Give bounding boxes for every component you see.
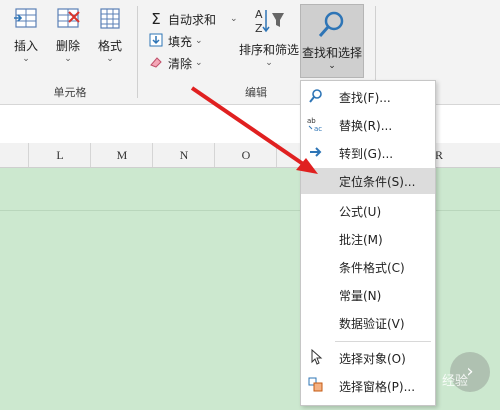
- menu-item-label: 数据验证(V): [339, 316, 405, 331]
- fill-label: 填充: [168, 34, 193, 49]
- replace-icon: ab ac: [301, 116, 331, 135]
- clear-button[interactable]: 清除 ⌄: [148, 54, 203, 72]
- format-label: 格式: [97, 39, 122, 53]
- delete-button[interactable]: 删除 ⌄: [50, 6, 86, 64]
- format-button[interactable]: 格式 ⌄: [92, 6, 128, 64]
- sort-filter-button[interactable]: A Z 排序和筛选 ⌄: [238, 6, 300, 68]
- menu-item-goto[interactable]: 转到(G)...: [301, 140, 435, 166]
- menu-item-label: 转到(G)...: [339, 146, 394, 161]
- menu-item-label: 定位条件(S)...: [339, 174, 416, 189]
- chevron-down-icon: ⌄: [106, 54, 114, 64]
- sort-filter-label: 排序和筛选: [238, 43, 299, 57]
- fill-down-icon: [148, 33, 164, 50]
- menu-item-replace[interactable]: ab ac 替换(R)...: [301, 112, 435, 138]
- autosum-label: 自动求和: [168, 12, 217, 27]
- column-header-m[interactable]: M: [90, 143, 153, 167]
- clear-label: 清除: [168, 56, 193, 71]
- find-select-label: 查找和选择: [301, 46, 362, 60]
- menu-item-constants[interactable]: 常量(N): [301, 282, 435, 308]
- svg-text:ac: ac: [314, 125, 322, 132]
- find-select-button[interactable]: 查找和选择 ⌄: [300, 4, 364, 78]
- insert-label: 插入: [13, 39, 38, 53]
- menu-item-label: 替换(R)...: [339, 118, 393, 133]
- menu-item-label: 常量(N): [339, 288, 382, 303]
- chevron-down-icon: ⌄: [195, 36, 203, 46]
- insert-button[interactable]: 插入 ⌄: [8, 6, 44, 64]
- goto-arrow-icon: [301, 144, 331, 163]
- delete-label: 删除: [55, 39, 80, 53]
- menu-item-select-objects[interactable]: 选择对象(O): [301, 345, 435, 371]
- column-header-o[interactable]: O: [214, 143, 277, 167]
- menu-item-conditional-formatting[interactable]: 条件格式(C): [301, 254, 435, 280]
- column-header-l[interactable]: L: [28, 143, 91, 167]
- menu-item-comments[interactable]: 批注(M): [301, 226, 435, 252]
- format-cells-icon: [100, 8, 120, 29]
- chevron-down-icon: ⌄: [195, 58, 203, 68]
- chevron-down-icon: ⌄: [328, 61, 336, 71]
- svg-text:ab: ab: [307, 117, 316, 125]
- svg-text:Z: Z: [255, 22, 263, 35]
- search-icon: [318, 11, 344, 37]
- sort-filter-icon: A Z: [255, 8, 284, 35]
- menu-item-label: 查找(F)...: [339, 90, 391, 105]
- chevron-down-icon: ⌄: [265, 58, 273, 68]
- chevron-down-icon: ⌄: [64, 54, 72, 64]
- column-header-blank: [0, 143, 28, 167]
- chevron-down-icon: ⌄: [22, 54, 30, 64]
- svg-text:A: A: [255, 8, 263, 21]
- chevron-down-icon: ⌄: [230, 14, 238, 24]
- autosum-button[interactable]: Σ 自动求和 ⌄: [148, 10, 238, 28]
- search-icon: [301, 88, 331, 107]
- menu-item-label: 选择窗格(P)...: [339, 379, 416, 394]
- delete-cells-icon: [57, 8, 80, 28]
- eraser-icon: [148, 55, 164, 72]
- menu-item-selection-pane[interactable]: 选择窗格(P)...: [301, 373, 435, 399]
- cells-group-label: 单元格: [53, 86, 87, 99]
- menu-item-label: 条件格式(C): [339, 260, 405, 275]
- menu-item-label: 选择对象(O): [339, 351, 406, 366]
- menu-separator: [335, 341, 431, 342]
- edit-group-label: 编辑: [245, 86, 267, 99]
- watermark-text: 经验: [442, 374, 469, 389]
- menu-item-data-validation[interactable]: 数据验证(V): [301, 310, 435, 336]
- insert-cells-icon: [14, 8, 37, 28]
- column-header-n[interactable]: N: [152, 143, 215, 167]
- pointer-icon: [301, 348, 331, 368]
- menu-item-label: 批注(M): [339, 232, 383, 247]
- group-divider: [137, 6, 138, 98]
- fill-button[interactable]: 填充 ⌄: [148, 32, 203, 50]
- menu-item-label: 公式(U): [339, 204, 382, 219]
- menu-item-formulas[interactable]: 公式(U): [301, 198, 435, 224]
- selection-pane-icon: [301, 377, 331, 396]
- find-select-menu: 查找(F)... ab ac 替换(R)... 转到(G)... 定位条件(S).…: [300, 80, 436, 406]
- menu-item-goto-special[interactable]: 定位条件(S)...: [301, 168, 435, 194]
- menu-item-find[interactable]: 查找(F)...: [301, 84, 435, 110]
- sigma-icon: Σ: [151, 10, 161, 28]
